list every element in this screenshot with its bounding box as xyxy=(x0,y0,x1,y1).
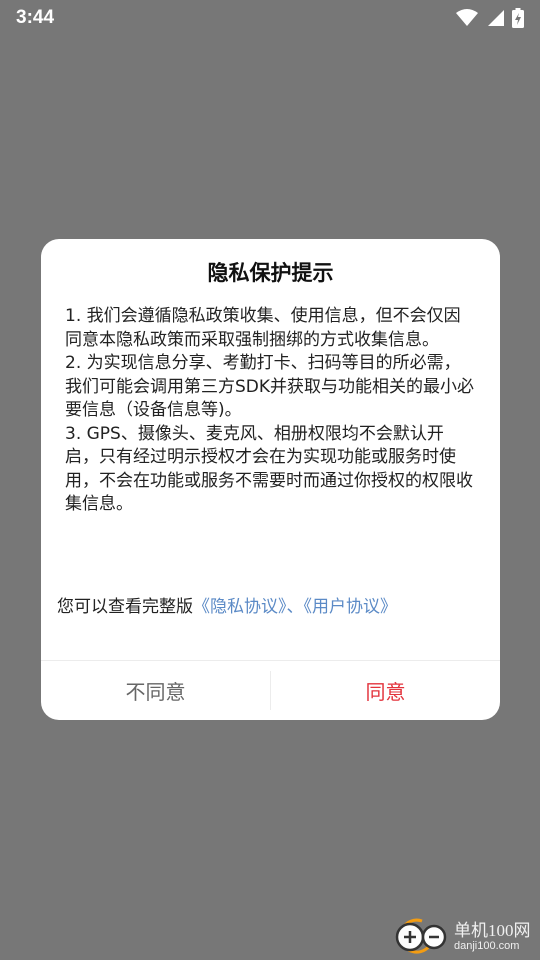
watermark: 单机100网 danji100.com xyxy=(392,914,531,960)
signal-icon xyxy=(486,9,504,27)
status-icons xyxy=(456,8,524,28)
dialog-body: 1. 我们会遵循隐私政策收集、使用信息，但不会仅因同意本隐私政策而采取强制捆绑的… xyxy=(65,305,477,517)
dialog-title: 隐私保护提示 xyxy=(207,261,334,285)
status-time: 3:44 xyxy=(16,7,55,28)
status-bar: 3:44 xyxy=(0,0,540,36)
disagree-button[interactable]: 不同意 xyxy=(41,661,270,720)
policy-paragraph-3: 3. GPS、摄像头、麦克风、相册权限均不会默认开启，只有经过明示授权才会在为实… xyxy=(65,423,473,515)
agreement-links: 您可以查看完整版《隐私协议》、《用户协议》 xyxy=(57,592,493,617)
policy-paragraph-2: 2. 为实现信息分享、考勤打卡、扫码等目的所必需，我们可能会调用第三方SDK并获… xyxy=(65,353,475,420)
watermark-name: 单机100网 xyxy=(454,921,531,940)
watermark-logo-icon xyxy=(392,915,448,959)
dialog-actions: 不同意 同意 xyxy=(41,661,500,720)
agree-button[interactable]: 同意 xyxy=(271,661,500,720)
battery-charging-icon xyxy=(512,8,524,28)
watermark-url: danji100.com xyxy=(454,940,520,952)
policy-paragraph-1: 1. 我们会遵循隐私政策收集、使用信息，但不会仅因同意本隐私政策而采取强制捆绑的… xyxy=(65,306,461,350)
links-separator: 、 xyxy=(286,597,304,617)
links-prefix: 您可以查看完整版 xyxy=(57,597,193,617)
wifi-icon xyxy=(456,9,478,27)
watermark-text: 单机100网 danji100.com xyxy=(454,922,531,952)
privacy-agreement-link[interactable]: 《隐私协议》 xyxy=(193,597,287,617)
privacy-dialog: 隐私保护提示 1. 我们会遵循隐私政策收集、使用信息，但不会仅因同意本隐私政策而… xyxy=(41,239,500,720)
user-agreement-link[interactable]: 《用户协议》 xyxy=(304,597,398,617)
